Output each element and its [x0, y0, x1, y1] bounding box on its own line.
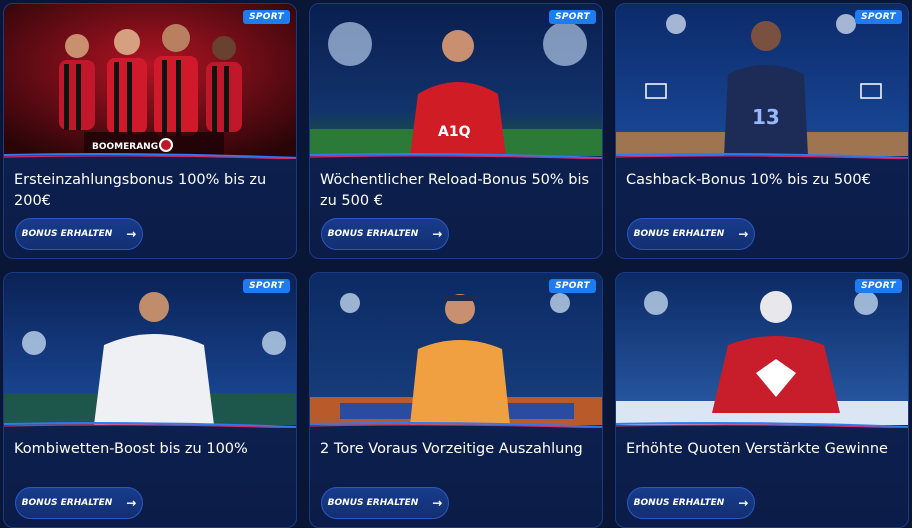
get-bonus-button[interactable]: BONUS ERHALTEN → [15, 487, 143, 519]
button-label: BONUS ERHALTEN [633, 229, 725, 239]
sport-badge: SPORT [549, 279, 596, 293]
promo-image-tennis [310, 273, 602, 425]
card-divider [4, 153, 296, 159]
card-divider [310, 153, 602, 159]
arrow-right-icon: → [126, 496, 137, 510]
promo-card[interactable]: BOOMERANG SPORT Ersteinzahlungsbonus 100… [3, 3, 297, 259]
promo-card[interactable]: SPORT Erhöhte Quoten Verstärkte Gewinne … [615, 272, 909, 528]
get-bonus-button[interactable]: BONUS ERHALTEN → [627, 218, 755, 250]
get-bonus-button[interactable]: BONUS ERHALTEN → [321, 487, 449, 519]
promo-title: Kombiwetten-Boost bis zu 100% [14, 441, 248, 457]
promo-title: Cashback-Bonus 10% bis zu 500€ [626, 172, 871, 188]
promo-image-football-white [4, 273, 296, 425]
card-divider [616, 153, 908, 159]
promo-image-football-cheer: A1Q [310, 4, 602, 156]
sport-badge: SPORT [549, 10, 596, 24]
arrow-right-icon: → [738, 496, 749, 510]
promo-title: Erhöhte Quoten Verstärkte Gewinne [626, 441, 888, 457]
get-bonus-button[interactable]: BONUS ERHALTEN → [627, 487, 755, 519]
promo-card[interactable]: 13 SPORT Cashback-Bonus 10% bis zu 500€ … [615, 3, 909, 259]
button-label: BONUS ERHALTEN [327, 498, 419, 508]
arrow-right-icon: → [738, 227, 749, 241]
get-bonus-button[interactable]: BONUS ERHALTEN → [321, 218, 449, 250]
promo-title: Wöchentlicher Reload-Bonus 50% bis zu 50… [320, 172, 590, 209]
get-bonus-button[interactable]: BONUS ERHALTEN → [15, 218, 143, 250]
sport-badge: SPORT [855, 279, 902, 293]
sport-badge: SPORT [855, 10, 902, 24]
promotions-grid: BOOMERANG SPORT Ersteinzahlungsbonus 100… [0, 0, 912, 528]
card-divider [4, 422, 296, 428]
arrow-right-icon: → [432, 227, 443, 241]
svg-text:A1Q: A1Q [438, 124, 471, 140]
promo-card[interactable]: A1Q SPORT Wöchentlicher Reload-Bonus 50%… [309, 3, 603, 259]
sponsor-logo-text: BOOMERANG [92, 142, 158, 152]
svg-text:13: 13 [752, 105, 780, 129]
button-label: BONUS ERHALTEN [21, 229, 113, 239]
button-label: BONUS ERHALTEN [633, 498, 725, 508]
sport-badge: SPORT [243, 279, 290, 293]
sport-badge: SPORT [243, 10, 290, 24]
card-divider [616, 422, 908, 428]
promo-image-hockey [616, 273, 908, 425]
button-label: BONUS ERHALTEN [21, 498, 113, 508]
promo-image-basketball: 13 [616, 4, 908, 156]
promo-image-football-team: BOOMERANG [4, 4, 296, 156]
arrow-right-icon: → [432, 496, 443, 510]
arrow-right-icon: → [126, 227, 137, 241]
promo-title: Ersteinzahlungsbonus 100% bis zu 200€ [14, 172, 267, 209]
card-divider [310, 422, 602, 428]
promo-card[interactable]: SPORT 2 Tore Voraus Vorzeitige Auszahlun… [309, 272, 603, 528]
promo-title: 2 Tore Voraus Vorzeitige Auszahlung [320, 441, 583, 457]
button-label: BONUS ERHALTEN [327, 229, 419, 239]
promo-card[interactable]: SPORT Kombiwetten-Boost bis zu 100% BONU… [3, 272, 297, 528]
